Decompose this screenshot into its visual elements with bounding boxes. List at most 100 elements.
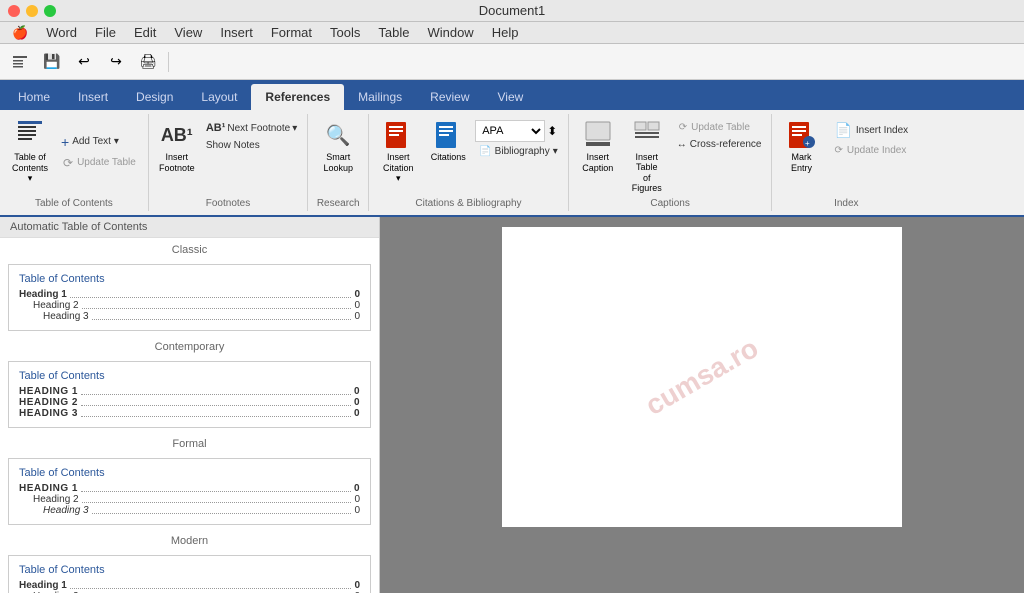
toc-section-modern-label: Modern (0, 529, 379, 551)
update-icon: ⟳ (679, 122, 687, 133)
minimize-button[interactable] (26, 5, 38, 17)
update-index-icon: ⟳ (834, 145, 842, 156)
update-table-captions-label: Update Table (691, 122, 750, 133)
table-of-contents-button[interactable]: Table of Contents ▾ (6, 116, 54, 187)
tab-layout[interactable]: Layout (187, 84, 251, 110)
cross-reference-icon: ↔ (677, 139, 687, 150)
tab-mailings[interactable]: Mailings (344, 84, 416, 110)
insert-footnote-button[interactable]: AB¹ Insert Footnote (155, 116, 199, 176)
ribbon-group-research: 🔍 Smart Lookup Research (308, 114, 369, 211)
toc-label: Table of (14, 152, 46, 162)
menu-help[interactable]: Help (484, 23, 527, 42)
toc-group-label: Table of Contents (35, 196, 113, 209)
tab-home[interactable]: Home (4, 84, 64, 110)
menu-file[interactable]: File (87, 23, 124, 42)
toc-formal-h3: Heading 3 0 (19, 505, 360, 516)
toc-modern-item[interactable]: Table of Contents Heading 1 0 Heading 2 … (8, 555, 371, 593)
toc-contemporary-h1: HEADING 1 0 (19, 386, 360, 397)
insert-citation-button[interactable]: Insert Citation ▾ (375, 116, 421, 187)
main-area: Automatic Table of Contents Classic Tabl… (0, 217, 1024, 593)
update-index-label: Update Index (847, 145, 907, 156)
smart-lookup-button[interactable]: 🔍 Smart Lookup (314, 116, 362, 176)
tab-view[interactable]: View (484, 84, 538, 110)
toolbar-divider (168, 52, 169, 72)
citation-style-select[interactable]: APA MLA Chicago (475, 120, 545, 142)
toc-contemporary-title: Table of Contents (19, 370, 360, 382)
show-notes-button[interactable]: Show Notes (202, 138, 301, 153)
menu-edit[interactable]: Edit (126, 23, 164, 42)
citations-group-label: Citations & Bibliography (415, 196, 521, 209)
bibliography-button[interactable]: 📄 Bibliography ▾ (475, 144, 562, 159)
update-table-toc-label: Update Table (77, 157, 136, 168)
footnotes-group-content: AB¹ Insert Footnote AB¹ Next Footnote ▾ … (155, 116, 301, 196)
mark-entry-icon: + (785, 119, 817, 151)
toc-formal-item[interactable]: Table of Contents HEADING 1 0 Heading 2 … (8, 458, 371, 525)
footnote-icon: AB¹ (161, 119, 193, 151)
insert-index-label: Insert Index (856, 125, 908, 136)
add-text-label: Add Text (72, 136, 111, 147)
toc-icon-btn[interactable] (6, 48, 34, 76)
next-footnote-button[interactable]: AB¹ Next Footnote ▾ (202, 120, 301, 136)
insert-index-button[interactable]: 📄 Insert Index (828, 120, 914, 141)
update-table-captions-button[interactable]: ⟳ Update Table (673, 120, 766, 135)
toc-formal-title: Table of Contents (19, 467, 360, 479)
toc-classic-h1: Heading 1 0 (19, 289, 360, 300)
toc-classic-h3: Heading 3 0 (19, 311, 360, 322)
menu-window[interactable]: Window (419, 23, 481, 42)
close-button[interactable] (8, 5, 20, 17)
cross-reference-button[interactable]: ↔ Cross-reference (673, 137, 766, 152)
citations-button[interactable]: Citations (425, 116, 471, 165)
ribbon-group-toc: Table of Contents ▾ + Add Text ▾ ⟳ Updat… (0, 114, 149, 211)
captions-group-content: Insert Caption Insert Table of Figures (575, 116, 766, 196)
toc-modern-title: Table of Contents (19, 564, 360, 576)
apple-menu[interactable]: 🍎 (4, 23, 36, 43)
toc-section-contemporary-label: Contemporary (0, 335, 379, 357)
undo-button[interactable]: ↩ (70, 48, 98, 76)
add-text-button[interactable]: + Add Text ▾ (57, 132, 142, 152)
tab-references[interactable]: References (251, 84, 344, 110)
toc-formal-h2: Heading 2 0 (19, 494, 360, 505)
save-button[interactable]: 💾 (38, 48, 66, 76)
window-controls[interactable] (8, 5, 56, 17)
footnotes-group-label: Footnotes (206, 196, 250, 209)
toc-contemporary-item[interactable]: Table of Contents HEADING 1 0 HEADING 2 … (8, 361, 371, 428)
table-of-figures-icon (631, 119, 663, 151)
ribbon-tabs: Home Insert Design Layout References Mai… (0, 80, 1024, 110)
menu-table[interactable]: Table (370, 23, 417, 42)
tab-insert[interactable]: Insert (64, 84, 122, 110)
toc-dropdown-panel: Automatic Table of Contents Classic Tabl… (0, 217, 380, 593)
svg-text:+: + (805, 139, 810, 148)
toc-classic-item[interactable]: Table of Contents Heading 1 0 Heading 2 … (8, 264, 371, 331)
tab-review[interactable]: Review (416, 84, 483, 110)
update-table-toc-button[interactable]: ⟳ Update Table (57, 154, 142, 172)
show-notes-label: Show Notes (206, 140, 260, 151)
toc-formal-h1: HEADING 1 0 (19, 483, 360, 494)
tab-design[interactable]: Design (122, 84, 187, 110)
quick-access-toolbar: 💾 ↩ ↪ 🖨 (0, 44, 1024, 80)
menu-bar: 🍎 Word File Edit View Insert Format Tool… (0, 22, 1024, 44)
toc-section-classic-label: Classic (0, 238, 379, 260)
caption-icon (582, 119, 614, 151)
toc-label2: Contents ▾ (11, 163, 49, 184)
ribbon-group-index: + Mark Entry 📄 Insert Index ⟳ Update Ind… (772, 114, 920, 211)
maximize-button[interactable] (44, 5, 56, 17)
toc-contemporary-h3: HEADING 3 0 (19, 408, 360, 419)
redo-button[interactable]: ↪ (102, 48, 130, 76)
document-title: Document1 (479, 3, 545, 18)
update-index-button[interactable]: ⟳ Update Index (828, 143, 914, 158)
toc-classic-h2: Heading 2 0 (19, 300, 360, 311)
toc-section-formal-label: Formal (0, 432, 379, 454)
menu-view[interactable]: View (166, 23, 210, 42)
insert-table-of-figures-button[interactable]: Insert Table of Figures (624, 116, 670, 196)
menu-insert[interactable]: Insert (212, 23, 261, 42)
insert-index-icon: 📄 (834, 122, 851, 139)
menu-word[interactable]: Word (38, 23, 85, 42)
print-button[interactable]: 🖨 (134, 48, 162, 76)
ribbon-group-citations: Insert Citation ▾ Citations APA (369, 114, 569, 211)
mark-entry-button[interactable]: + Mark Entry (778, 116, 824, 176)
insert-caption-button[interactable]: Insert Caption (575, 116, 621, 196)
watermark: cumsa.ro (640, 332, 764, 422)
ribbon: Table of Contents ▾ + Add Text ▾ ⟳ Updat… (0, 110, 1024, 217)
menu-format[interactable]: Format (263, 23, 320, 42)
menu-tools[interactable]: Tools (322, 23, 368, 42)
